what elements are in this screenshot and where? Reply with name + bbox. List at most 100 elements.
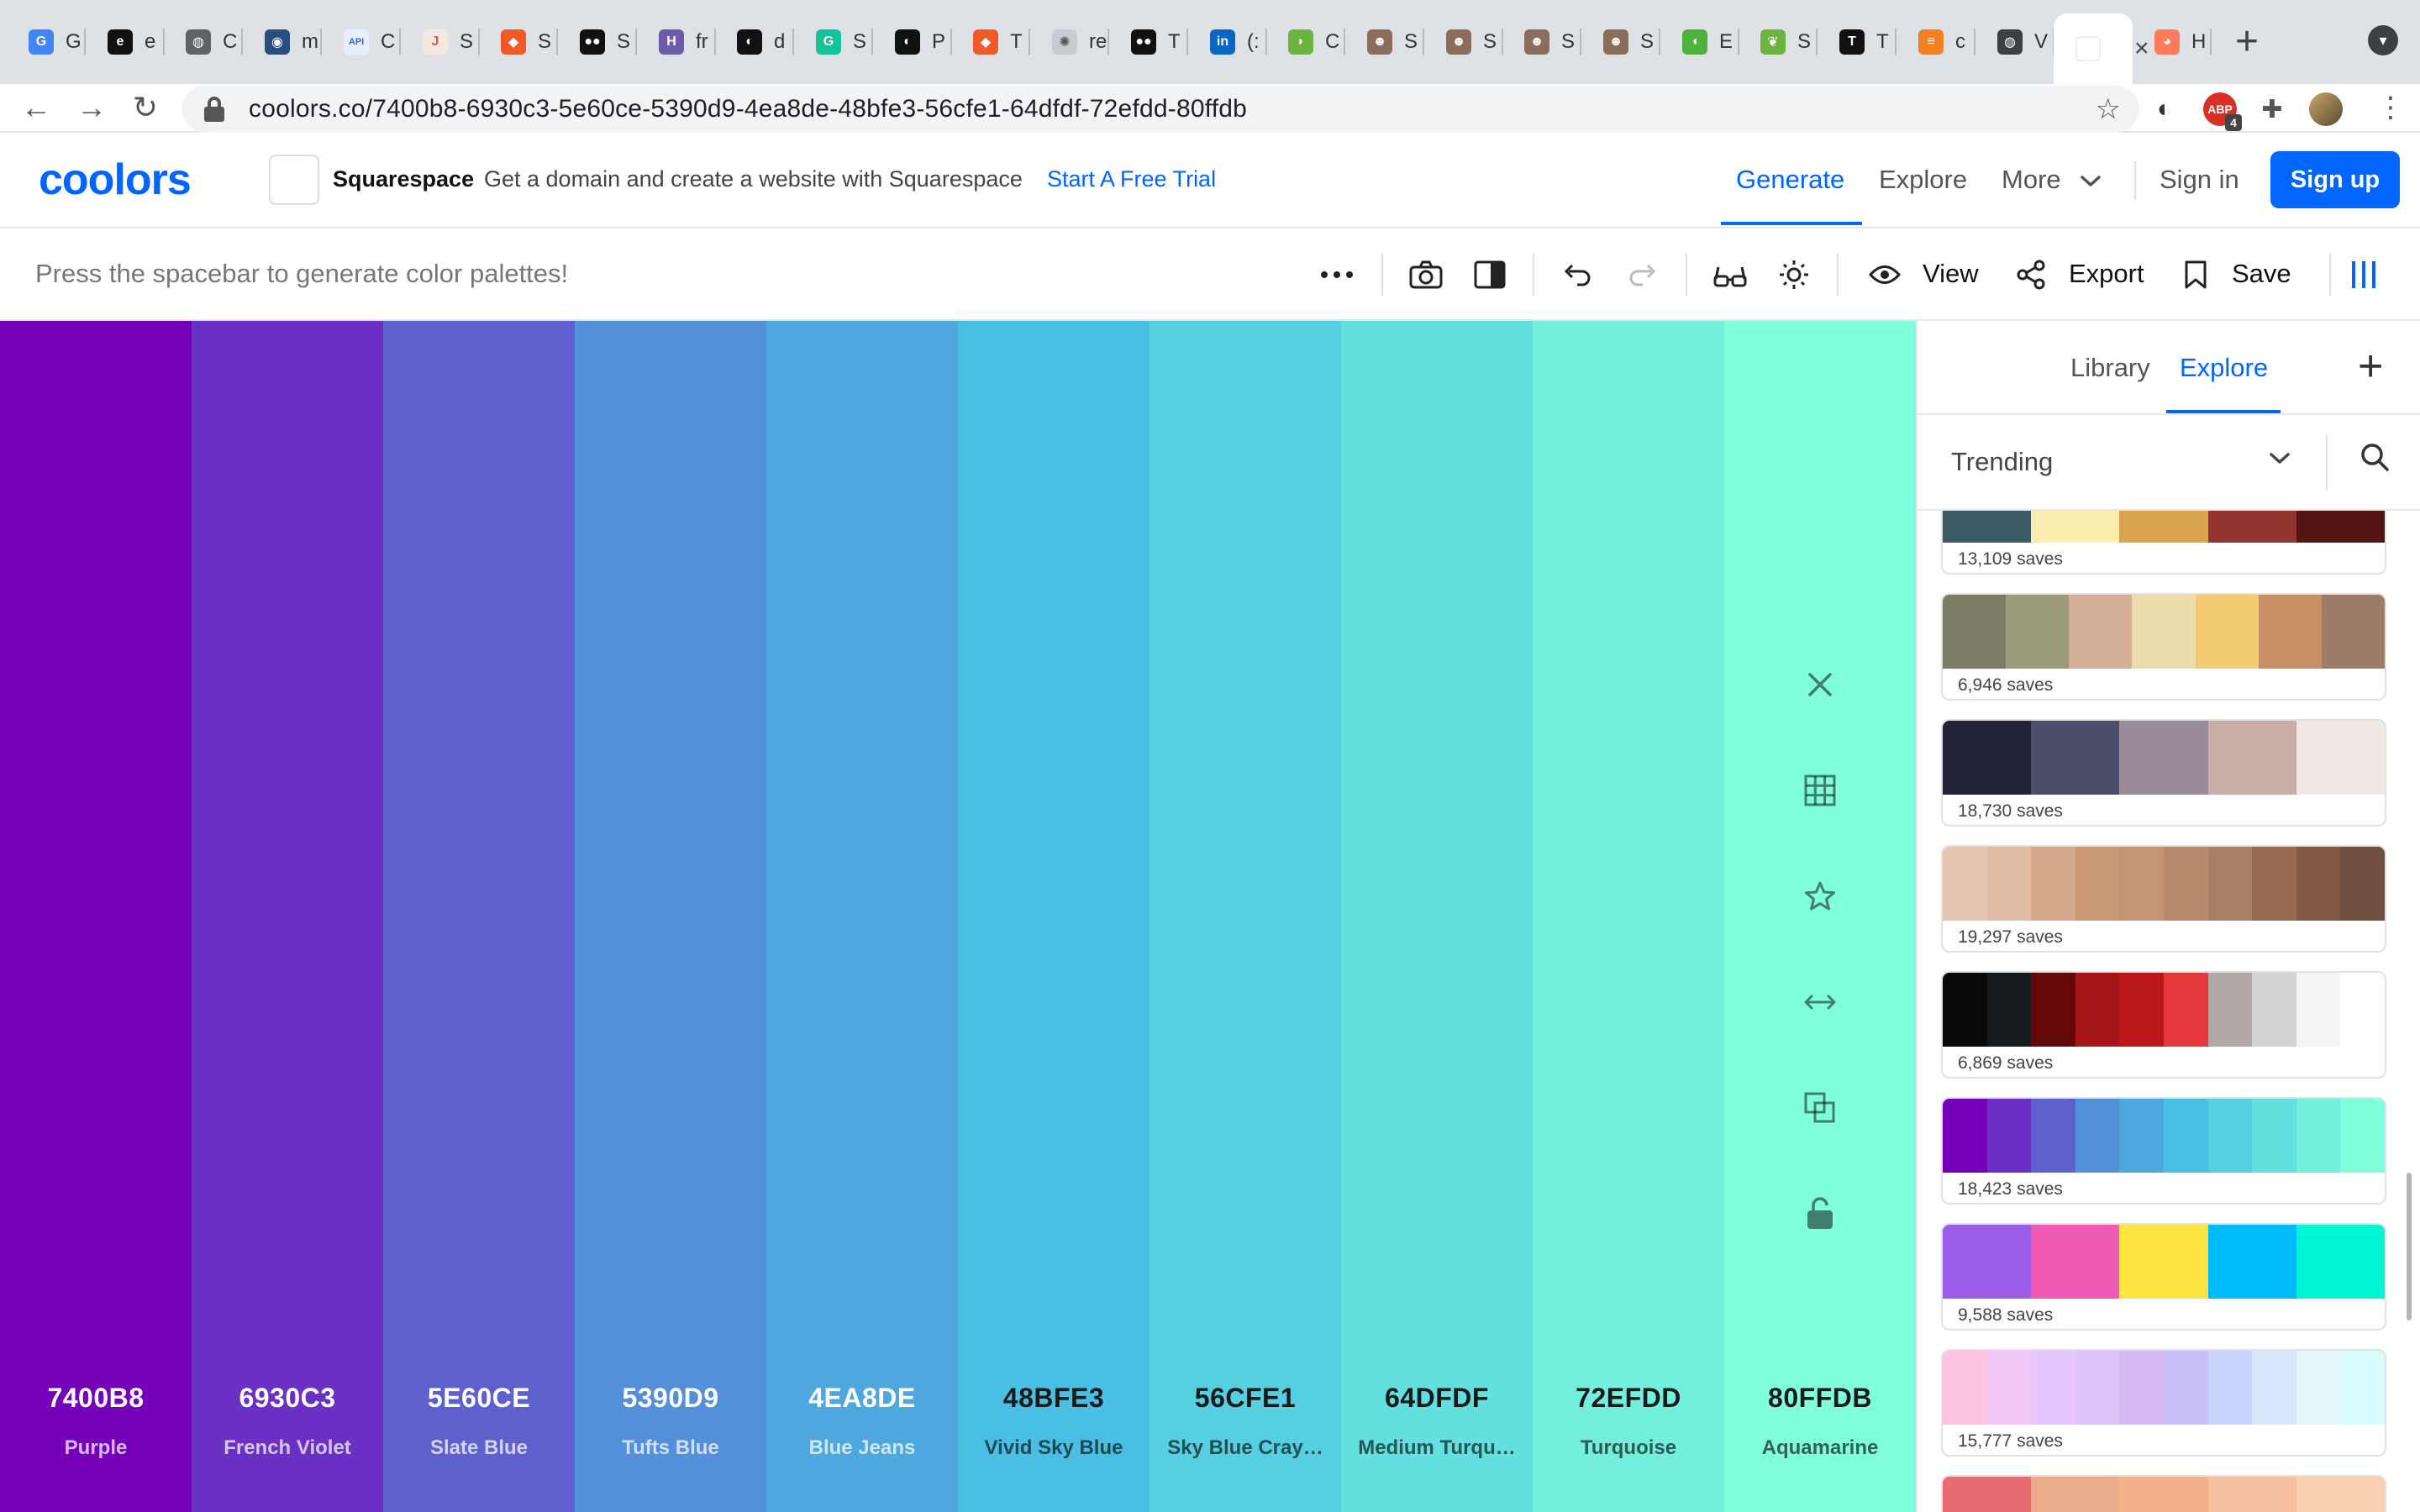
- eye-icon[interactable]: [1862, 252, 1907, 297]
- color-column[interactable]: 6930C3 French Violet: [192, 321, 383, 1512]
- browser-tab[interactable]: JS: [401, 15, 480, 69]
- color-swatch[interactable]: [2321, 595, 2385, 669]
- copy-icon[interactable]: [1799, 1087, 1841, 1129]
- color-swatch[interactable]: [2006, 595, 2070, 669]
- color-swatch[interactable]: [2207, 721, 2296, 795]
- palette-card[interactable]: 6,946 saves: [1941, 593, 2386, 701]
- color-swatch[interactable]: [2132, 595, 2196, 669]
- color-name[interactable]: Tufts Blue: [580, 1436, 761, 1460]
- search-icon[interactable]: [2358, 440, 2400, 482]
- palette-swatches[interactable]: [1943, 1099, 2385, 1173]
- browser-tab[interactable]: ◐ d: [715, 15, 794, 69]
- save-button[interactable]: Save: [2232, 259, 2291, 289]
- color-hex-code[interactable]: 80FFDB: [1724, 1383, 1916, 1414]
- palette-card[interactable]: 13,109 saves: [1941, 511, 2386, 575]
- browser-tab[interactable]: ≡ c: [1897, 15, 1975, 69]
- browser-tab[interactable]: ●● S: [558, 15, 637, 69]
- color-hex-code[interactable]: 5E60CE: [383, 1383, 575, 1414]
- sidebar-toggle-icon[interactable]: [1467, 252, 1512, 297]
- color-hex-code[interactable]: 64DFDF: [1341, 1383, 1533, 1414]
- color-hex-code[interactable]: 72EFDD: [1533, 1383, 1724, 1414]
- panel-scrollbar[interactable]: [2407, 1173, 2412, 1320]
- color-swatch[interactable]: [2296, 1099, 2341, 1173]
- color-swatch[interactable]: [2252, 1099, 2296, 1173]
- color-name[interactable]: French Violet: [197, 1436, 378, 1460]
- color-hex-code[interactable]: 7400B8: [0, 1383, 192, 1414]
- color-swatch[interactable]: [1943, 1099, 1987, 1173]
- palette-card[interactable]: 15,777 saves: [1941, 1349, 2386, 1457]
- browser-tab[interactable]: ◆ T: [951, 15, 1030, 69]
- color-swatch[interactable]: [2031, 1225, 2120, 1299]
- adblock-icon[interactable]: ABP 4: [2203, 92, 2242, 131]
- color-swatch[interactable]: [2340, 973, 2385, 1047]
- browser-tab[interactable]: C(×: [2054, 13, 2149, 84]
- color-name[interactable]: Blue Jeans: [771, 1436, 953, 1460]
- ad-brand[interactable]: Squarespace: [333, 166, 474, 192]
- color-hex-code[interactable]: 5390D9: [575, 1383, 766, 1414]
- puzzle-icon[interactable]: ✚: [2255, 92, 2289, 126]
- color-column[interactable]: 56CFE1 Sky Blue Cray…: [1150, 321, 1341, 1512]
- color-swatch[interactable]: [2252, 1351, 2296, 1425]
- color-swatch[interactable]: [2252, 847, 2296, 921]
- color-column[interactable]: 5390D9 Tufts Blue: [575, 321, 766, 1512]
- ad-cta-link[interactable]: Start A Free Trial: [1047, 166, 1216, 192]
- color-swatch[interactable]: [2119, 1477, 2208, 1512]
- browser-tab[interactable]: ee: [86, 15, 165, 69]
- chevron-down-icon[interactable]: [2269, 444, 2291, 472]
- browser-tab[interactable]: ◉ m: [243, 15, 322, 69]
- color-swatch[interactable]: [1943, 973, 1987, 1047]
- color-column[interactable]: 80FFDB Aquamarine: [1724, 321, 1916, 1512]
- color-name[interactable]: Purple: [5, 1436, 187, 1460]
- color-hex-code[interactable]: 6930C3: [192, 1383, 383, 1414]
- redo-icon[interactable]: [1620, 252, 1665, 297]
- color-swatch[interactable]: [2207, 1477, 2296, 1512]
- nav-generate[interactable]: Generate: [1736, 165, 1844, 195]
- color-swatch[interactable]: [2296, 1351, 2341, 1425]
- sign-in-link[interactable]: Sign in: [2160, 165, 2239, 195]
- reload-icon[interactable]: ↻: [124, 87, 166, 128]
- browser-tab[interactable]: ☻ S: [1345, 15, 1424, 69]
- palette-card[interactable]: 18,730 saves: [1941, 719, 2386, 827]
- darkmode-icon[interactable]: ◐: [2148, 92, 2181, 126]
- color-column[interactable]: 4EA8DE Blue Jeans: [766, 321, 958, 1512]
- color-swatch[interactable]: [2119, 847, 2164, 921]
- color-hex-code[interactable]: 48BFE3: [958, 1383, 1150, 1414]
- color-column[interactable]: 48BFE3 Vivid Sky Blue: [958, 321, 1150, 1512]
- new-tab-button[interactable]: +: [2235, 18, 2259, 66]
- color-swatch[interactable]: [2340, 1099, 2385, 1173]
- unlock-icon[interactable]: [1799, 1193, 1841, 1235]
- palette-swatches[interactable]: [1943, 1477, 2385, 1512]
- ad-logo[interactable]: [269, 155, 319, 205]
- color-name[interactable]: Medium Turqu…: [1346, 1436, 1528, 1460]
- undo-icon[interactable]: [1555, 252, 1600, 297]
- color-swatch[interactable]: [2163, 847, 2208, 921]
- color-hex-code[interactable]: 4EA8DE: [766, 1383, 958, 1414]
- color-swatch[interactable]: [2119, 1351, 2164, 1425]
- color-swatch[interactable]: [1943, 595, 2007, 669]
- view-button[interactable]: View: [1923, 259, 1979, 289]
- color-swatch[interactable]: [2207, 1351, 2253, 1425]
- browser-tab[interactable]: ◆ S: [479, 15, 558, 69]
- color-swatch[interactable]: [1943, 847, 1987, 921]
- color-swatch[interactable]: [2031, 847, 2075, 921]
- forward-icon[interactable]: →: [71, 87, 113, 128]
- grid-icon[interactable]: [1799, 769, 1841, 811]
- color-swatch[interactable]: [2031, 1099, 2075, 1173]
- sign-up-button[interactable]: Sign up: [2270, 151, 2400, 208]
- columns-icon[interactable]: [2341, 252, 2386, 297]
- back-icon[interactable]: ←: [15, 87, 57, 128]
- color-swatch[interactable]: [2119, 721, 2208, 795]
- color-swatch[interactable]: [2069, 595, 2133, 669]
- color-swatch[interactable]: [2207, 973, 2253, 1047]
- color-swatch[interactable]: [1986, 1351, 2032, 1425]
- browser-tab[interactable]: TT: [1818, 15, 1897, 69]
- palette-card[interactable]: 18,423 saves: [1941, 1097, 2386, 1205]
- color-swatch[interactable]: [2031, 1477, 2120, 1512]
- palette-card[interactable]: 19,297 saves: [1941, 845, 2386, 953]
- filter-select[interactable]: Trending: [1951, 447, 2053, 477]
- browser-tab[interactable]: ◐ P: [873, 15, 952, 69]
- color-swatch[interactable]: [2119, 1099, 2164, 1173]
- palette-swatches[interactable]: [1943, 847, 2385, 921]
- color-swatch[interactable]: [2340, 847, 2385, 921]
- color-swatch[interactable]: [2119, 973, 2164, 1047]
